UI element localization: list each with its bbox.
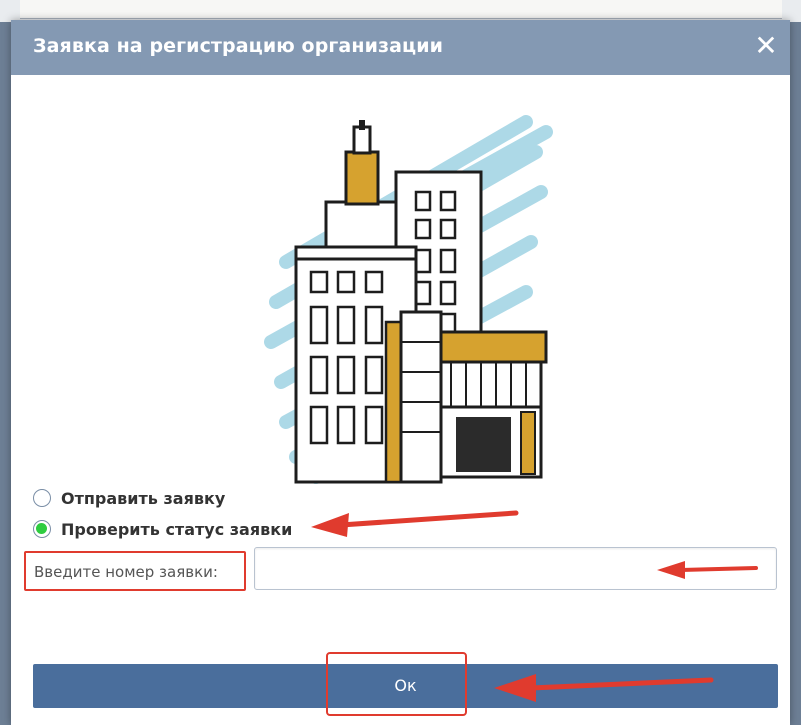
dialog-title: Заявка на регистрацию организации (33, 35, 444, 57)
close-icon[interactable]: ✕ (752, 32, 780, 60)
send-request-radio[interactable] (33, 489, 51, 507)
arrow-to-input (657, 561, 758, 579)
option-check-status[interactable]: Проверить статус заявки (33, 516, 292, 542)
background-window-strip (0, 0, 801, 22)
send-request-label: Отправить заявку (61, 488, 226, 508)
building-illustration (264, 115, 553, 484)
arrow-to-status-option (311, 510, 519, 537)
option-send-request[interactable]: Отправить заявку (33, 485, 225, 511)
ok-highlight-annotation (326, 652, 467, 716)
request-number-label: Введите номер заявки: (34, 563, 218, 581)
dialog-titlebar: Заявка на регистрацию организации ✕ (11, 20, 790, 75)
arrow-to-ok-button (494, 674, 714, 702)
request-number-label-box: Введите номер заявки: (24, 551, 246, 591)
check-status-radio[interactable] (33, 520, 51, 538)
registration-dialog: Заявка на регистрацию организации ✕ Отпр… (11, 20, 790, 725)
check-status-label: Проверить статус заявки (61, 519, 293, 539)
